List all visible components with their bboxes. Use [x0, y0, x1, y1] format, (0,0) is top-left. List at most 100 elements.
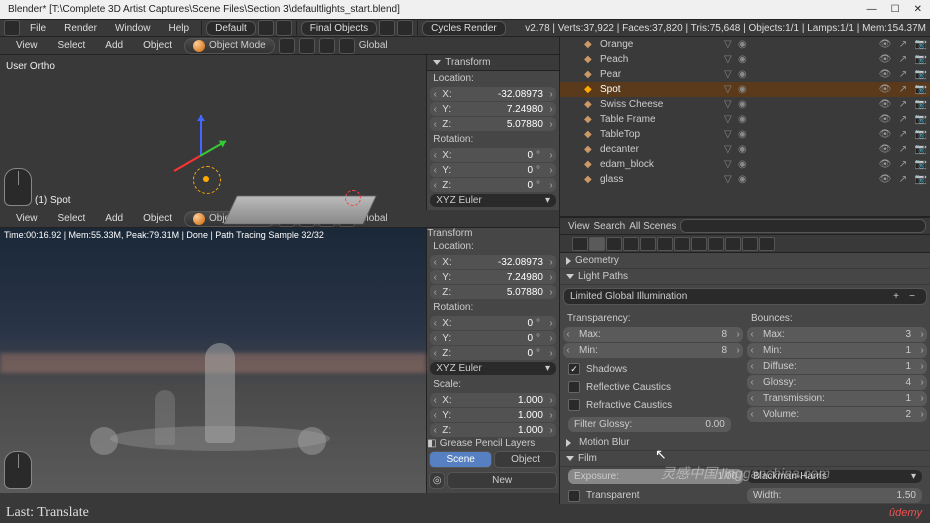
outliner-menu-view[interactable]: View	[568, 221, 590, 232]
mesh-data-icon[interactable]: ▽	[724, 144, 738, 155]
material-icon[interactable]: ◉	[738, 54, 752, 65]
grease-pencil-header[interactable]: Grease Pencil Layers	[440, 438, 536, 449]
material-icon[interactable]: ◉	[738, 99, 752, 110]
material-tab[interactable]	[708, 237, 724, 251]
minimize-icon[interactable]: —	[867, 4, 877, 15]
selectable-icon[interactable]: ↗	[894, 159, 912, 170]
menu-help[interactable]: Help	[161, 21, 198, 36]
outliner[interactable]: ◆Orange▽◉👁↗📷◆Peach▽◉👁↗📷◆Pear▽◉👁↗📷◆Spot▽◉…	[560, 37, 930, 217]
visibility-icon[interactable]: 👁	[876, 144, 894, 155]
transparent-checkbox[interactable]	[568, 490, 580, 502]
outliner-row[interactable]: ◆Orange▽◉👁↗📷	[560, 37, 930, 52]
mesh-data-icon[interactable]: ▽	[724, 159, 738, 170]
remove-scene-button[interactable]	[397, 20, 413, 36]
rot-x-field[interactable]: ‹X:0°›	[430, 148, 556, 162]
film-header[interactable]: Film	[578, 453, 597, 464]
rot2-y-field[interactable]: ‹Y:0°›	[430, 331, 556, 345]
renderable-icon[interactable]: 📷	[912, 69, 930, 80]
pixel-filter-dropdown[interactable]: Blackman-Harris▾	[747, 470, 922, 483]
mesh-data-icon[interactable]: ▽	[724, 69, 738, 80]
shading-wire-icon[interactable]	[299, 38, 315, 54]
rot2-z-field[interactable]: ‹Z:0°›	[430, 346, 556, 360]
sc2-x-field[interactable]: ‹X:1.000›	[430, 393, 556, 407]
renderable-icon[interactable]: 📷	[912, 54, 930, 65]
transmission-field[interactable]: ‹Transmission:1›	[747, 391, 927, 406]
visibility-icon[interactable]: 👁	[876, 39, 894, 50]
exposure-slider[interactable]: Exposure:1.00	[568, 469, 743, 484]
layout-dropdown[interactable]: Default	[206, 21, 256, 36]
engine-dropdown[interactable]: Cycles Render	[422, 21, 506, 36]
lightpaths-header[interactable]: Light Paths	[578, 271, 628, 282]
remove-layout-button[interactable]	[276, 20, 292, 36]
chevron-right-icon[interactable]	[566, 257, 571, 265]
selectable-icon[interactable]: ↗	[894, 114, 912, 125]
outliner-row[interactable]: ◆decanter▽◉👁↗📷	[560, 142, 930, 157]
mode-dropdown[interactable]: Object Mode	[184, 38, 275, 54]
renderable-icon[interactable]: 📷	[912, 39, 930, 50]
material-icon[interactable]: ◉	[738, 129, 752, 140]
selectable-icon[interactable]: ↗	[894, 99, 912, 110]
outliner-row[interactable]: ◆Table Frame▽◉👁↗📷	[560, 112, 930, 127]
scene-props-tab[interactable]	[589, 237, 605, 251]
volume-field[interactable]: ‹Volume:2›	[747, 407, 927, 422]
material-icon[interactable]: ◉	[738, 159, 752, 170]
constraints-tab[interactable]	[657, 237, 673, 251]
render-menu-object[interactable]: Object	[135, 212, 180, 225]
mesh-data-icon[interactable]: ▽	[724, 174, 738, 185]
maximize-icon[interactable]: ☐	[891, 4, 900, 15]
add-layout-button[interactable]	[258, 20, 274, 36]
outliner-row[interactable]: ◆Spot▽◉👁↗📷	[560, 82, 930, 97]
gp-scene-tab[interactable]: Scene	[429, 451, 492, 468]
scene-dropdown[interactable]: Final Objects	[301, 21, 377, 36]
world-props-tab[interactable]	[623, 237, 639, 251]
outliner-row[interactable]: ◆Pear▽◉👁↗📷	[560, 67, 930, 82]
bounces-min-field[interactable]: ‹Min:1›	[747, 343, 927, 358]
shadows-checkbox[interactable]	[568, 363, 580, 375]
loc-z-field[interactable]: ‹Z:5.07880›	[430, 117, 556, 131]
close-icon[interactable]: ✕	[914, 4, 922, 15]
visibility-icon[interactable]: 👁	[876, 159, 894, 170]
rot2-x-field[interactable]: ‹X:0°›	[430, 316, 556, 330]
render-props-tab[interactable]	[572, 237, 588, 251]
chevron-down-icon[interactable]	[566, 274, 574, 279]
orientation-dropdown[interactable]: Global	[359, 40, 388, 51]
material-icon[interactable]: ◉	[738, 84, 752, 95]
glossy-field[interactable]: ‹Glossy:4›	[747, 375, 927, 390]
data-props-tab[interactable]	[691, 237, 707, 251]
shading-rendered-icon[interactable]	[339, 38, 355, 54]
renderable-icon[interactable]: 📷	[912, 159, 930, 170]
blender-icon[interactable]	[4, 20, 20, 36]
chevron-down-icon[interactable]	[566, 456, 574, 461]
motion-blur-header[interactable]: Motion Blur	[579, 437, 630, 448]
sc2-y-field[interactable]: ‹Y:1.000›	[430, 408, 556, 422]
visibility-icon[interactable]: 👁	[876, 114, 894, 125]
texture-tab[interactable]	[725, 237, 741, 251]
mesh-data-icon[interactable]: ▽	[724, 54, 738, 65]
properties-panel[interactable]: Geometry Light Paths Limited Global Illu…	[560, 253, 930, 504]
spot-lamp-gizmo[interactable]	[193, 166, 219, 192]
chevron-down-icon[interactable]	[433, 60, 441, 65]
view3d-menu-object[interactable]: Object	[135, 39, 180, 52]
outliner-row[interactable]: ◆Swiss Cheese▽◉👁↗📷	[560, 97, 930, 112]
sc2-z-field[interactable]: ‹Z:1.000›	[430, 423, 556, 437]
loc2-y-field[interactable]: ‹Y:7.24980›	[430, 270, 556, 284]
shading-material-icon[interactable]	[319, 38, 335, 54]
preset-remove-icon[interactable]: −	[904, 291, 920, 302]
outliner-search-input[interactable]	[680, 219, 926, 233]
rot-z-field[interactable]: ‹Z:0°›	[430, 178, 556, 192]
transform-header-2[interactable]: Transform	[427, 228, 472, 239]
outliner-row[interactable]: ◆TableTop▽◉👁↗📷	[560, 127, 930, 142]
diffuse-field[interactable]: ‹Diffuse:1›	[747, 359, 927, 374]
lightpaths-preset-dropdown[interactable]: Limited Global Illumination+−	[563, 288, 927, 305]
renderable-icon[interactable]: 📷	[912, 99, 930, 110]
visibility-icon[interactable]: 👁	[876, 129, 894, 140]
renderable-icon[interactable]: 📷	[912, 114, 930, 125]
view3d-menu-select[interactable]: Select	[50, 39, 94, 52]
preset-add-icon[interactable]: +	[888, 291, 904, 302]
outliner-row[interactable]: ◆Peach▽◉👁↗📷	[560, 52, 930, 67]
visibility-icon[interactable]: 👁	[876, 54, 894, 65]
outliner-menu-search[interactable]: Search	[594, 221, 626, 232]
view3d-menu-view[interactable]: View	[8, 39, 46, 52]
rot-y-field[interactable]: ‹Y:0°›	[430, 163, 556, 177]
render-menu-view[interactable]: View	[8, 212, 46, 225]
